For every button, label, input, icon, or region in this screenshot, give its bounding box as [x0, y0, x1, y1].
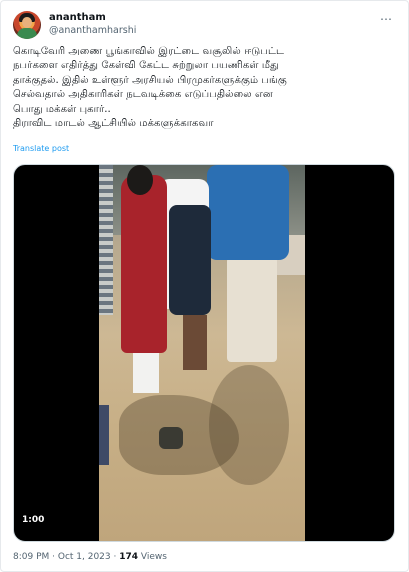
tweet-text-line: தாக்குதல். இதில் உள்ளூர் அரசியல் பிரமுகர…: [13, 74, 287, 86]
video-frame-person: [169, 205, 211, 315]
tweet-text: கொடிவேரி அணை பூங்காவில் இரட்டை வசூலில் ஈ…: [13, 45, 398, 131]
display-name[interactable]: anantham: [49, 11, 136, 24]
author-names: anantham @ananthamharshi: [49, 11, 136, 37]
tweet-text-line: செல்வதால் அதிகாரிகள் நடவடிக்கை எடுப்பதில…: [13, 89, 273, 101]
post-time[interactable]: 8:09 PM: [13, 552, 49, 562]
video-frame-person: [99, 405, 109, 465]
video-frame-sandals: [159, 427, 183, 449]
tweet-text-line: பொது மக்கள் புகார்..: [13, 103, 111, 115]
avatar-body: [17, 28, 37, 39]
video-frame-person: [127, 165, 153, 195]
tweet-footer: 8:09 PM · Oct 1, 2023 · 174 Views: [13, 552, 167, 562]
translate-post-link[interactable]: Translate post: [13, 144, 69, 153]
video-frame[interactable]: [99, 165, 305, 541]
tweet-text-line: கொடிவேரி அணை பூங்காவில் இரட்டை வசூலில் ஈ…: [13, 46, 285, 57]
tweet-text-line: திராவிட மாடல் ஆட்சியில் மக்களுக்காகவா: [13, 118, 214, 130]
tweet-header: anantham @ananthamharshi ⋯: [13, 11, 396, 45]
video-frame-person: [207, 165, 289, 260]
views-count[interactable]: 174: [119, 552, 138, 562]
video-frame-person: [183, 315, 207, 370]
more-horizontal-icon[interactable]: ⋯: [380, 12, 392, 26]
footer-separator: ·: [49, 552, 58, 562]
avatar-face: [22, 17, 32, 28]
video-frame-person: [133, 353, 159, 393]
video-frame-person: [227, 257, 277, 362]
footer-separator: ·: [110, 552, 120, 562]
video-frame-person: [121, 175, 167, 353]
avatar[interactable]: [13, 11, 41, 39]
tweet-card: anantham @ananthamharshi ⋯ கொடிவேரி அணை …: [0, 0, 409, 572]
post-date[interactable]: Oct 1, 2023: [58, 552, 111, 562]
handle[interactable]: @ananthamharshi: [49, 24, 136, 37]
video-player[interactable]: 1:00: [13, 164, 395, 542]
views-label: Views: [138, 552, 167, 562]
tweet-text-line: நபர்களை எதிர்த்து கேள்வி கேட்ட சுற்றுலா …: [13, 60, 279, 72]
video-frame-shadow: [209, 365, 289, 485]
video-frame-person: [99, 165, 113, 315]
video-duration: 1:00: [22, 515, 45, 525]
